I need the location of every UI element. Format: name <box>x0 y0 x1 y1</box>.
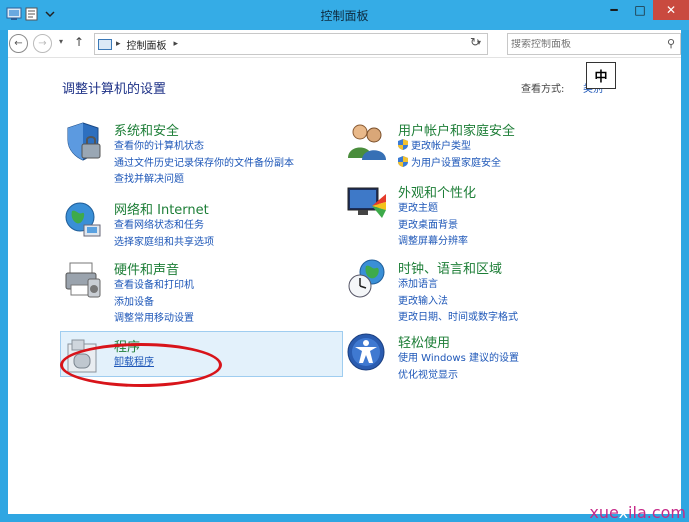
maximize-button[interactable]: □ <box>627 0 653 20</box>
control-panel-window: 控制面板 ━ □ ✕ ← → ▾ ↑ ▸ 控制面板 ▸ ▾ ↻ ⚲ 调整计算机的… <box>0 0 689 522</box>
main-content: 调整计算机的设置 查看方式: 类别 中 系统和安全 查看你的计算机状态 通过文件… <box>8 58 681 514</box>
link-homegroup-sharing[interactable]: 选择家庭组和共享选项 <box>114 235 214 252</box>
back-button[interactable]: ← <box>9 34 28 53</box>
up-button[interactable]: ↑ <box>74 35 84 49</box>
printer-icon <box>62 259 104 301</box>
site-watermark: xuexila.com <box>589 503 686 522</box>
link-date-time-format[interactable]: 更改日期、时间或数字格式 <box>398 310 518 327</box>
link-optimize-visual-display[interactable]: 优化视觉显示 <box>398 368 519 385</box>
ease-of-access-icon <box>346 332 388 374</box>
link-network-status[interactable]: 查看网络状态和任务 <box>114 218 214 235</box>
display-paint-icon <box>346 182 388 224</box>
navigation-bar: ← → ▾ ↑ ▸ 控制面板 ▸ ▾ ↻ ⚲ <box>8 30 681 58</box>
minimize-button[interactable]: ━ <box>601 0 627 20</box>
link-screen-resolution[interactable]: 调整屏幕分辨率 <box>398 234 468 251</box>
category-title[interactable]: 外观和个性化 <box>398 182 476 201</box>
category-title[interactable]: 硬件和声音 <box>114 259 179 278</box>
title-bar[interactable]: 控制面板 ━ □ ✕ <box>0 0 689 30</box>
control-panel-location-icon <box>98 38 112 50</box>
link-desktop-background[interactable]: 更改桌面背景 <box>398 218 468 235</box>
link-change-theme[interactable]: 更改主题 <box>398 201 468 218</box>
breadcrumb-separator-icon[interactable]: ▸ <box>174 39 179 49</box>
users-icon <box>346 120 388 162</box>
category-title[interactable]: 轻松使用 <box>398 332 450 351</box>
uac-shield-icon <box>398 155 408 167</box>
window-title: 控制面板 <box>320 9 369 23</box>
forward-button[interactable]: → <box>33 34 52 53</box>
category-title[interactable]: 用户帐户和家庭安全 <box>398 120 515 139</box>
link-recommended-settings[interactable]: 使用 Windows 建议的设置 <box>398 351 519 368</box>
link-label[interactable]: 为用户设置家庭安全 <box>411 158 501 169</box>
search-icon[interactable]: ⚲ <box>667 37 675 50</box>
page-title: 调整计算机的设置 <box>62 82 167 97</box>
security-shield-icon <box>62 120 104 162</box>
view-by-label: 查看方式: <box>521 84 565 95</box>
search-input[interactable] <box>511 38 656 50</box>
recent-locations-button[interactable]: ▾ <box>59 37 63 46</box>
link-label[interactable]: 更改帐户类型 <box>411 141 471 152</box>
link-add-language[interactable]: 添加语言 <box>398 277 518 294</box>
link-change-input-method[interactable]: 更改输入法 <box>398 294 518 311</box>
link-change-account-type[interactable]: 更改帐户类型 <box>398 139 501 156</box>
address-bar[interactable]: ▸ 控制面板 ▸ ▾ <box>94 33 488 55</box>
ime-indicator[interactable]: 中 <box>586 62 616 89</box>
network-globe-icon <box>62 199 104 241</box>
link-find-fix-problems[interactable]: 查找并解决问题 <box>114 172 294 189</box>
search-box[interactable]: ⚲ <box>507 33 681 55</box>
category-title[interactable]: 网络和 Internet <box>114 199 209 218</box>
highlight-annotation-oval <box>60 343 222 387</box>
link-view-computer-status[interactable]: 查看你的计算机状态 <box>114 139 294 156</box>
link-devices-printers[interactable]: 查看设备和打印机 <box>114 278 194 295</box>
breadcrumb-separator-icon[interactable]: ▸ <box>116 39 121 49</box>
category-title[interactable]: 系统和安全 <box>114 120 179 139</box>
close-button[interactable]: ✕ <box>653 0 689 20</box>
link-mobility-settings[interactable]: 调整常用移动设置 <box>114 311 194 328</box>
link-add-device[interactable]: 添加设备 <box>114 295 194 312</box>
breadcrumb-control-panel[interactable]: 控制面板 <box>127 37 167 52</box>
link-family-safety[interactable]: 为用户设置家庭安全 <box>398 155 501 173</box>
uac-shield-icon <box>398 139 408 150</box>
refresh-button[interactable]: ↻ <box>470 35 480 49</box>
clock-globe-icon <box>346 258 388 300</box>
link-file-history-backup[interactable]: 通过文件历史记录保存你的文件备份副本 <box>114 156 294 173</box>
category-title[interactable]: 时钟、语言和区域 <box>398 258 502 277</box>
